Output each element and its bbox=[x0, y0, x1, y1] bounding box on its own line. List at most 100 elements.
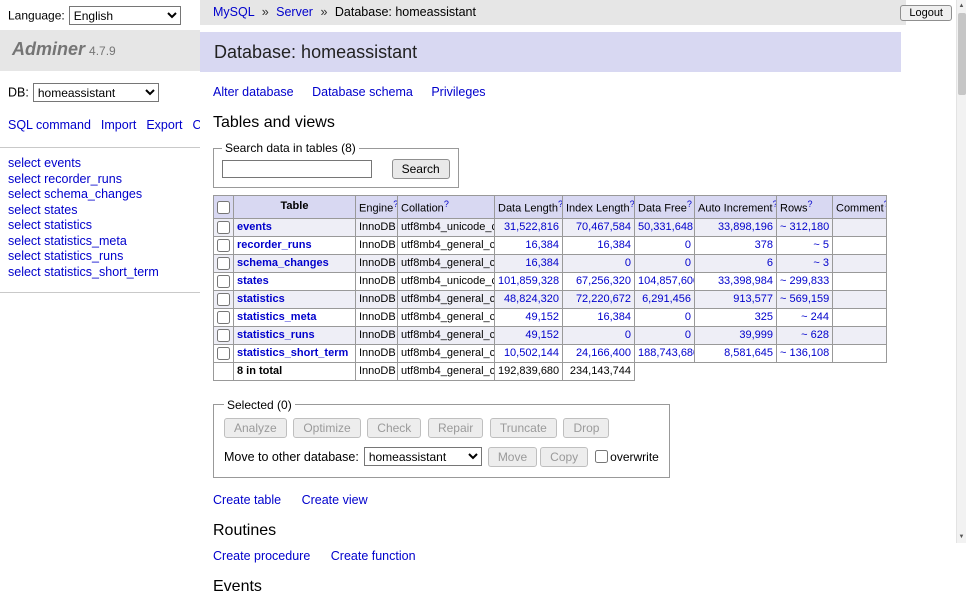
check-button[interactable]: Check bbox=[367, 418, 421, 438]
index-length-link[interactable]: 0 bbox=[625, 257, 631, 269]
auto-increment-help-link[interactable]: ? bbox=[773, 199, 777, 209]
data-free-help-link[interactable]: ? bbox=[687, 199, 692, 209]
index-length-help-link[interactable]: ? bbox=[630, 199, 635, 209]
data-free-link[interactable]: 0 bbox=[685, 311, 691, 323]
auto-increment-link[interactable]: 8,581,645 bbox=[724, 347, 773, 359]
sidebar-item-select-statistics-short-term[interactable]: select statistics_short_term bbox=[8, 265, 192, 281]
data-length-link[interactable]: 16,384 bbox=[525, 239, 559, 251]
sql-command-link[interactable]: SQL command bbox=[8, 118, 91, 132]
create-procedure-link[interactable]: Create procedure bbox=[213, 549, 310, 563]
data-free-link[interactable]: 0 bbox=[685, 329, 691, 341]
overwrite-checkbox[interactable] bbox=[595, 450, 608, 463]
auto-increment-link[interactable]: 6 bbox=[767, 257, 773, 269]
optimize-button[interactable]: Optimize bbox=[293, 418, 360, 438]
db-select[interactable]: homeassistant bbox=[33, 83, 159, 102]
breadcrumb-mysql-link[interactable]: MySQL bbox=[213, 5, 254, 19]
truncate-button[interactable]: Truncate bbox=[490, 418, 557, 438]
auto-increment-link[interactable]: 325 bbox=[755, 311, 773, 323]
rows-count-link[interactable]: ~ 136,108 bbox=[780, 347, 829, 359]
data-length-link[interactable]: 101,859,328 bbox=[498, 275, 559, 287]
rows-count-link[interactable]: ~ 5 bbox=[813, 239, 829, 251]
sidebar-item-select-schema-changes[interactable]: select schema_changes bbox=[8, 187, 192, 203]
rows-count-link[interactable]: ~ 312,180 bbox=[780, 221, 829, 233]
analyze-button[interactable]: Analyze bbox=[224, 418, 287, 438]
data-length-link[interactable]: 48,824,320 bbox=[504, 293, 559, 305]
scrollbar-up-arrow[interactable]: ▲ bbox=[957, 0, 966, 12]
create-function-link[interactable]: Create function bbox=[331, 549, 416, 563]
export-link[interactable]: Export bbox=[146, 118, 182, 132]
index-length-link[interactable]: 70,467,584 bbox=[576, 221, 631, 233]
rows-help-link[interactable]: ? bbox=[808, 199, 813, 209]
data-free-link[interactable]: 0 bbox=[685, 239, 691, 251]
row-checkbox[interactable] bbox=[217, 221, 230, 234]
rows-count-link[interactable]: ~ 569,159 bbox=[780, 293, 829, 305]
move-db-select[interactable]: homeassistant bbox=[364, 447, 482, 466]
data-length-link[interactable]: 49,152 bbox=[525, 311, 559, 323]
index-length-link[interactable]: 16,384 bbox=[597, 311, 631, 323]
sidebar-item-select-statistics-runs[interactable]: select statistics_runs bbox=[8, 249, 192, 265]
breadcrumb-server-link[interactable]: Server bbox=[276, 5, 313, 19]
sidebar-item-select-events[interactable]: select events bbox=[8, 156, 192, 172]
index-length-link[interactable]: 72,220,672 bbox=[576, 293, 631, 305]
data-free-link[interactable]: 188,743,680 bbox=[638, 347, 695, 359]
auto-increment-link[interactable]: 378 bbox=[755, 239, 773, 251]
data-free-link[interactable]: 0 bbox=[685, 257, 691, 269]
language-select[interactable]: English bbox=[69, 6, 181, 25]
create-table-link[interactable]: Create table bbox=[213, 493, 281, 507]
table-name-link[interactable]: statistics_short_term bbox=[237, 347, 348, 359]
row-checkbox[interactable] bbox=[217, 311, 230, 324]
index-length-link[interactable]: 24,166,400 bbox=[576, 347, 631, 359]
auto-increment-link[interactable]: 913,577 bbox=[733, 293, 773, 305]
data-free-link[interactable]: 50,331,648 bbox=[638, 221, 693, 233]
move-button[interactable]: Move bbox=[488, 447, 537, 467]
search-button[interactable]: Search bbox=[392, 159, 450, 179]
copy-button[interactable]: Copy bbox=[540, 447, 588, 467]
sidebar-item-select-recorder-runs[interactable]: select recorder_runs bbox=[8, 172, 192, 188]
data-length-link[interactable]: 16,384 bbox=[525, 257, 559, 269]
table-name-link[interactable]: recorder_runs bbox=[237, 239, 312, 251]
row-checkbox[interactable] bbox=[217, 347, 230, 360]
scrollbar-down-arrow[interactable]: ▼ bbox=[957, 531, 966, 543]
create-view-link[interactable]: Create view bbox=[302, 493, 368, 507]
alter-database-link[interactable]: Alter database bbox=[213, 85, 294, 99]
database-schema-link[interactable]: Database schema bbox=[312, 85, 413, 99]
index-length-link[interactable]: 67,256,320 bbox=[576, 275, 631, 287]
privileges-link[interactable]: Privileges bbox=[431, 85, 485, 99]
comment-help-link[interactable]: ? bbox=[884, 199, 887, 209]
sidebar-item-select-states[interactable]: select states bbox=[8, 203, 192, 219]
row-checkbox[interactable] bbox=[217, 329, 230, 342]
data-length-link[interactable]: 10,502,144 bbox=[504, 347, 559, 359]
engine-help-link[interactable]: ? bbox=[393, 199, 397, 209]
row-checkbox[interactable] bbox=[217, 293, 230, 306]
table-name-link[interactable]: statistics_runs bbox=[237, 329, 315, 341]
row-checkbox[interactable] bbox=[217, 239, 230, 252]
logout-button[interactable]: Logout bbox=[900, 5, 952, 21]
auto-increment-link[interactable]: 39,999 bbox=[739, 329, 773, 341]
sidebar-item-select-statistics-meta[interactable]: select statistics_meta bbox=[8, 234, 192, 250]
import-link[interactable]: Import bbox=[101, 118, 136, 132]
table-name-link[interactable]: states bbox=[237, 275, 269, 287]
scrollbar-thumb[interactable] bbox=[958, 13, 966, 95]
row-checkbox[interactable] bbox=[217, 257, 230, 270]
auto-increment-link[interactable]: 33,898,196 bbox=[718, 221, 773, 233]
data-length-help-link[interactable]: ? bbox=[558, 199, 563, 209]
table-name-link[interactable]: statistics bbox=[237, 293, 285, 305]
scrollbar[interactable]: ▲ ▼ bbox=[956, 0, 966, 543]
rows-count-link[interactable]: ~ 244 bbox=[801, 311, 829, 323]
data-length-link[interactable]: 49,152 bbox=[525, 329, 559, 341]
rows-count-link[interactable]: ~ 3 bbox=[813, 257, 829, 269]
repair-button[interactable]: Repair bbox=[428, 418, 483, 438]
data-free-link[interactable]: 6,291,456 bbox=[642, 293, 691, 305]
select-all-checkbox[interactable] bbox=[217, 201, 230, 214]
auto-increment-link[interactable]: 33,398,984 bbox=[718, 275, 773, 287]
search-input[interactable] bbox=[222, 160, 372, 178]
collation-help-link[interactable]: ? bbox=[444, 199, 449, 209]
rows-count-link[interactable]: ~ 628 bbox=[801, 329, 829, 341]
data-length-link[interactable]: 31,522,816 bbox=[504, 221, 559, 233]
table-name-link[interactable]: events bbox=[237, 221, 272, 233]
table-name-link[interactable]: schema_changes bbox=[237, 257, 329, 269]
sidebar-item-select-statistics[interactable]: select statistics bbox=[8, 218, 192, 234]
row-checkbox[interactable] bbox=[217, 275, 230, 288]
drop-button[interactable]: Drop bbox=[563, 418, 609, 438]
table-name-link[interactable]: statistics_meta bbox=[237, 311, 317, 323]
